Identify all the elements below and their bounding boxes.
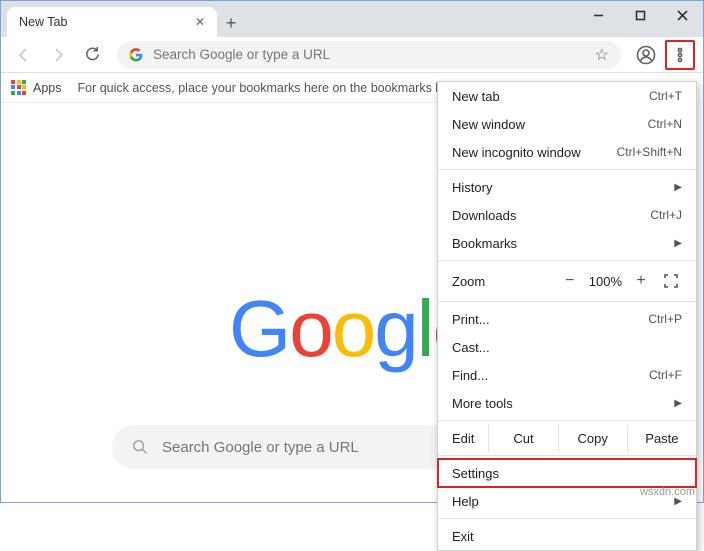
browser-tab[interactable]: New Tab ✕ — [7, 7, 217, 37]
omnibox-input[interactable] — [153, 47, 585, 62]
menu-separator — [438, 518, 696, 519]
menu-print[interactable]: Print...Ctrl+P — [438, 305, 696, 333]
menu-more-tools[interactable]: More tools▶ — [438, 389, 696, 417]
chevron-right-icon: ▶ — [674, 238, 682, 249]
search-icon — [132, 439, 148, 455]
edit-paste[interactable]: Paste — [627, 425, 696, 452]
menu-new-tab[interactable]: New tabCtrl+T — [438, 82, 696, 110]
back-button[interactable] — [9, 40, 39, 70]
menu-incognito[interactable]: New incognito windowCtrl+Shift+N — [438, 138, 696, 166]
zoom-value: 100% — [589, 274, 622, 289]
menu-edit: Edit Cut Copy Paste — [438, 424, 696, 452]
menu-exit[interactable]: Exit — [438, 522, 696, 550]
star-icon[interactable]: ☆ — [595, 45, 609, 65]
menu-history[interactable]: History▶ — [438, 173, 696, 201]
new-tab-button[interactable]: + — [217, 9, 245, 37]
apps-button[interactable]: Apps — [11, 80, 62, 96]
menu-bookmarks[interactable]: Bookmarks▶ — [438, 229, 696, 257]
chrome-menu: New tabCtrl+T New windowCtrl+N New incog… — [437, 81, 697, 551]
apps-icon — [11, 80, 27, 96]
titlebar: New Tab ✕ + — [1, 1, 703, 37]
chevron-right-icon: ▶ — [674, 398, 682, 409]
menu-downloads[interactable]: DownloadsCtrl+J — [438, 201, 696, 229]
menu-find[interactable]: Find...Ctrl+F — [438, 361, 696, 389]
minimize-button[interactable] — [577, 1, 619, 29]
kebab-menu-button[interactable] — [665, 40, 695, 70]
menu-new-window[interactable]: New windowCtrl+N — [438, 110, 696, 138]
edit-copy[interactable]: Copy — [558, 425, 627, 452]
close-tab-icon[interactable]: ✕ — [193, 15, 207, 29]
profile-icon[interactable] — [631, 40, 661, 70]
chevron-right-icon: ▶ — [674, 182, 682, 193]
forward-button[interactable] — [43, 40, 73, 70]
menu-cast[interactable]: Cast... — [438, 333, 696, 361]
edit-cut[interactable]: Cut — [488, 425, 557, 452]
maximize-button[interactable] — [619, 1, 661, 29]
zoom-in-button[interactable]: + — [630, 270, 652, 292]
menu-separator — [438, 420, 696, 421]
menu-separator — [438, 301, 696, 302]
menu-separator — [438, 455, 696, 456]
menu-separator — [438, 260, 696, 261]
apps-label: Apps — [33, 81, 62, 95]
google-icon — [129, 48, 143, 62]
bookmark-hint: For quick access, place your bookmarks h… — [78, 81, 450, 95]
menu-settings[interactable]: Settings — [438, 459, 696, 487]
tab-title: New Tab — [19, 15, 67, 29]
fullscreen-button[interactable] — [660, 270, 682, 292]
zoom-out-button[interactable]: − — [559, 270, 581, 292]
close-window-button[interactable] — [661, 1, 703, 29]
reload-button[interactable] — [77, 40, 107, 70]
menu-separator — [438, 169, 696, 170]
window-controls — [577, 1, 703, 29]
menu-zoom: Zoom − 100% + — [438, 264, 696, 298]
toolbar: ☆ — [1, 37, 703, 73]
watermark: wsxdn.com — [640, 486, 695, 498]
omnibox[interactable]: ☆ — [117, 41, 621, 69]
